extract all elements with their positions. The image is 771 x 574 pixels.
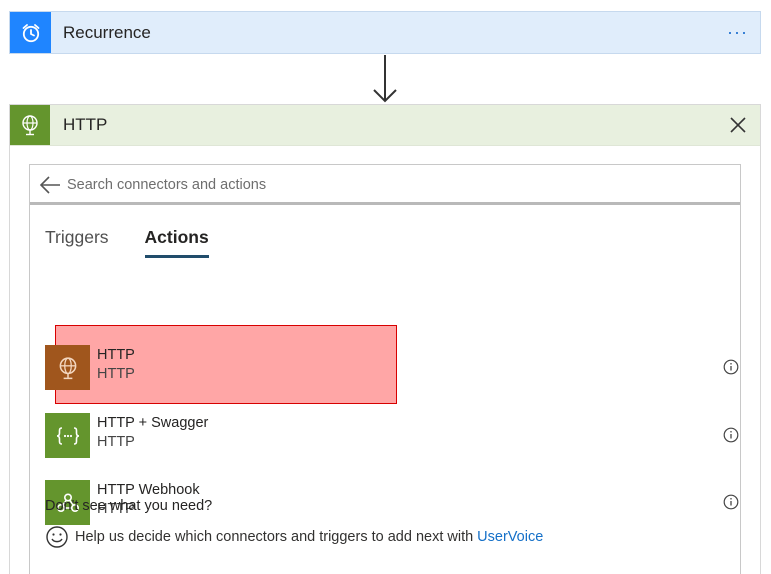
globe-icon xyxy=(45,345,90,390)
search-bar xyxy=(30,165,740,205)
action-name: HTTP + Swagger xyxy=(97,415,209,431)
action-connector: HTTP xyxy=(97,366,135,382)
info-icon[interactable] xyxy=(723,494,739,510)
tab-triggers[interactable]: Triggers xyxy=(45,227,109,258)
tab-bar: Triggers Actions xyxy=(45,227,245,258)
help-text: Help us decide which connectors and trig… xyxy=(75,529,474,545)
search-input[interactable] xyxy=(67,173,727,197)
close-icon[interactable] xyxy=(728,115,748,135)
uservoice-link[interactable]: UserVoice xyxy=(477,529,543,545)
action-name: HTTP Webhook xyxy=(97,482,200,498)
http-action-card: HTTP Triggers Actions xyxy=(9,104,761,574)
recurrence-title: Recurrence xyxy=(63,22,151,42)
tab-actions[interactable]: Actions xyxy=(144,227,209,258)
recurrence-card[interactable]: Recurrence ··· xyxy=(9,11,761,54)
info-icon[interactable] xyxy=(723,427,739,443)
more-options-button[interactable]: ··· xyxy=(727,22,748,43)
arrow-down-icon xyxy=(373,55,397,103)
info-icon[interactable] xyxy=(723,359,739,375)
help-title: Don't see what you need? xyxy=(45,498,213,514)
back-arrow-icon[interactable] xyxy=(39,175,61,195)
connector-picker-panel: Triggers Actions HTTP HTTP xyxy=(29,164,741,574)
action-item-http[interactable]: HTTP HTTP xyxy=(45,345,739,393)
globe-icon xyxy=(10,105,50,145)
help-row: Help us decide which connectors and trig… xyxy=(45,525,543,549)
http-card-header[interactable]: HTTP xyxy=(10,105,760,146)
alarm-clock-icon xyxy=(10,12,51,53)
action-connector: HTTP xyxy=(97,434,135,450)
action-item-http-swagger[interactable]: HTTP + Swagger HTTP xyxy=(45,413,739,461)
action-name: HTTP xyxy=(97,347,135,363)
http-card-title: HTTP xyxy=(63,115,108,134)
braces-dots-icon xyxy=(45,413,90,458)
smile-icon xyxy=(46,526,68,548)
